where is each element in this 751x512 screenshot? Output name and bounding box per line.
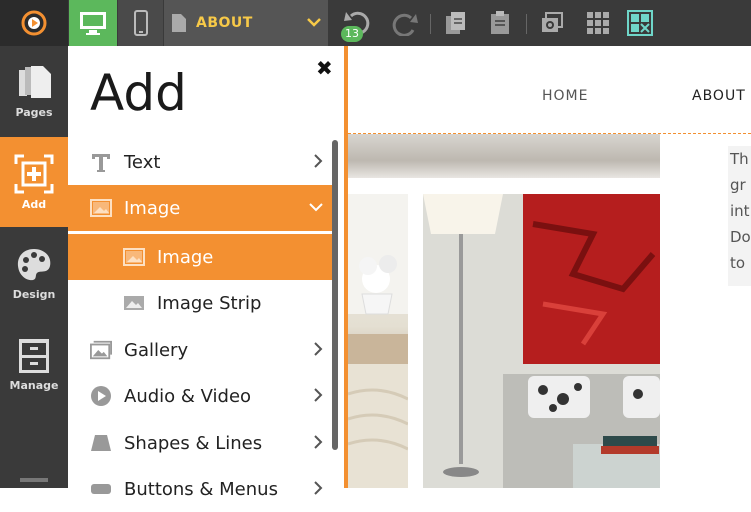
text-line: int — [730, 202, 750, 220]
logo-icon[interactable] — [0, 0, 68, 46]
play-icon — [90, 385, 112, 407]
chevron-right-icon — [314, 435, 323, 449]
image-strip-icon — [123, 292, 145, 314]
preview-icon — [542, 12, 563, 32]
mobile-icon — [133, 10, 148, 36]
page-icon — [172, 14, 186, 32]
menu-item-label: Image — [157, 246, 214, 268]
add-menu-item-text[interactable]: Text — [68, 139, 336, 185]
text-line: gr — [730, 176, 746, 194]
pages-icon — [19, 65, 51, 98]
add-menu-item-buttons-menus[interactable]: Buttons & Menus — [68, 466, 336, 512]
sidebar-item-label: Manage — [9, 378, 59, 392]
sidebar-item-label: Pages — [15, 105, 53, 119]
add-submenu-item-image-strip[interactable]: Image Strip — [68, 280, 336, 326]
text-line: Do — [730, 228, 751, 246]
living-room-image[interactable] — [423, 194, 660, 488]
sidebar-item-manage[interactable]: Manage — [0, 319, 68, 409]
grid-button[interactable] — [580, 0, 616, 46]
chevron-down-icon — [307, 18, 321, 27]
menu-item-label: Audio & Video — [124, 385, 252, 407]
toolbar-divider — [526, 14, 527, 34]
menu-item-label: Buttons & Menus — [124, 478, 278, 500]
bedroom-image[interactable] — [348, 194, 409, 488]
menu-item-label: Image — [124, 197, 181, 219]
nav-link-home[interactable]: HOME — [542, 88, 588, 104]
close-icon[interactable]: ✖ — [316, 56, 333, 80]
add-menu-item-image[interactable]: Image — [68, 185, 336, 231]
menu-item-label: Gallery — [124, 339, 189, 361]
panel-scrollbar[interactable] — [332, 140, 338, 450]
site-preview: HOME ABOUT Th gr int Do to — [348, 46, 751, 488]
copy-button[interactable] — [438, 0, 474, 46]
hero-image[interactable] — [348, 134, 660, 178]
add-submenu-item-image[interactable]: Image — [68, 234, 336, 280]
text-icon — [90, 151, 112, 173]
menu-item-label: Shapes & Lines — [124, 432, 263, 454]
add-menu-item-gallery[interactable]: Gallery — [68, 327, 336, 373]
shapes-icon — [90, 432, 112, 454]
current-page-label: ABOUT — [196, 15, 253, 31]
sidebar-item-pages[interactable]: Pages — [0, 46, 68, 136]
desktop-icon — [80, 12, 106, 35]
image-icon — [90, 197, 112, 219]
cabinet-icon — [19, 338, 49, 373]
add-icon — [14, 154, 54, 193]
sidebar-item-add[interactable]: Add — [0, 137, 68, 227]
chevron-down-icon — [309, 203, 323, 212]
top-toolbar: ABOUT 13 — [0, 0, 751, 46]
paste-button[interactable] — [482, 0, 518, 46]
undo-count-badge: 13 — [341, 26, 363, 42]
text-line: to — [730, 254, 746, 272]
gallery-icon — [90, 339, 112, 361]
redo-button[interactable] — [384, 0, 424, 46]
chevron-right-icon — [314, 481, 323, 495]
menu-item-label: Image Strip — [157, 292, 262, 314]
sidebar-item-label: Add — [21, 197, 47, 211]
redo-icon — [392, 13, 418, 36]
chevron-right-icon — [314, 154, 323, 168]
panel-title: Add — [90, 64, 187, 122]
layout-icon — [627, 10, 653, 36]
page-selector[interactable]: ABOUT — [164, 0, 328, 46]
menu-item-label: Text — [124, 151, 161, 173]
buttons-icon — [90, 478, 112, 500]
chevron-right-icon — [314, 388, 323, 402]
image-icon — [123, 246, 145, 268]
preview-button[interactable] — [534, 0, 570, 46]
text-line: Th — [730, 150, 749, 168]
mobile-view-button[interactable] — [118, 0, 163, 46]
layout-button[interactable] — [622, 0, 658, 46]
sidebar-item-design[interactable]: Design — [0, 228, 68, 318]
add-menu-item-audio-video[interactable]: Audio & Video — [68, 373, 336, 419]
nav-link-about[interactable]: ABOUT — [692, 88, 746, 104]
add-menu-item-shapes-lines[interactable]: Shapes & Lines — [68, 420, 336, 466]
sidebar-item-label: Design — [12, 287, 56, 301]
paste-icon — [491, 11, 509, 34]
desktop-view-button[interactable] — [69, 0, 117, 46]
left-sidebar: Pages Add Design Manage — [0, 46, 68, 488]
about-text-block[interactable]: Th gr int Do to — [728, 146, 751, 286]
palette-icon — [17, 248, 51, 280]
copy-icon — [446, 12, 465, 34]
sidebar-partial-icon — [20, 478, 48, 482]
chevron-right-icon — [314, 342, 323, 356]
toolbar-divider — [430, 14, 431, 34]
grid-icon — [587, 12, 609, 34]
